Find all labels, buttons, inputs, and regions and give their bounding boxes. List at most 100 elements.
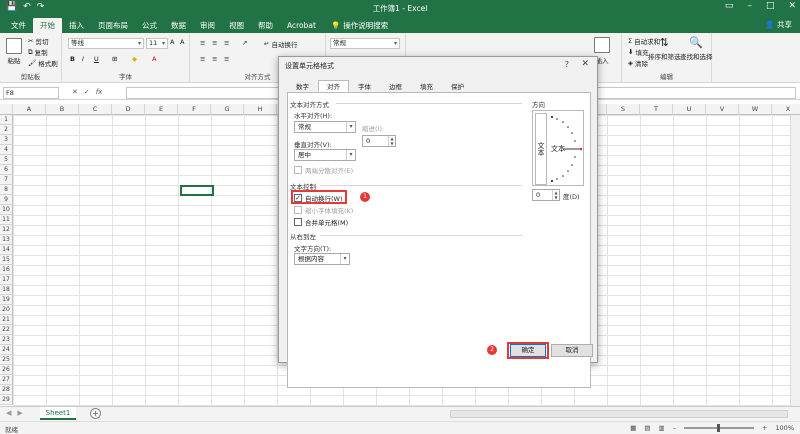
add-sheet-icon[interactable]: +: [90, 408, 101, 419]
close-icon[interactable]: ✕: [788, 1, 796, 11]
tab-fill[interactable]: 填充: [411, 80, 442, 92]
horizontal-scrollbar[interactable]: [450, 410, 788, 418]
tab-view[interactable]: 视图: [222, 18, 251, 33]
row-header[interactable]: 20: [0, 305, 13, 315]
selected-cell[interactable]: [180, 185, 214, 196]
font-name-select[interactable]: 等线: [68, 38, 144, 49]
italic-button[interactable]: I: [82, 55, 84, 63]
minimize-icon[interactable]: –: [747, 1, 752, 11]
column-header[interactable]: S: [607, 104, 640, 115]
row-header[interactable]: 2: [0, 125, 13, 135]
row-header[interactable]: 28: [0, 385, 13, 395]
tab-alignment[interactable]: 对齐: [318, 80, 349, 92]
row-header[interactable]: 10: [0, 205, 13, 215]
center-align-icon[interactable]: ≡: [212, 55, 217, 63]
row-header[interactable]: 25: [0, 355, 13, 365]
column-header[interactable]: X: [772, 104, 800, 115]
fill-color-icon[interactable]: ◆: [132, 55, 137, 63]
zoom-slider[interactable]: [683, 424, 754, 432]
row-header[interactable]: 8: [0, 185, 13, 195]
tab-acrobat[interactable]: Acrobat: [280, 18, 323, 33]
name-box[interactable]: F8: [3, 87, 59, 99]
tab-formulas[interactable]: 公式: [135, 18, 164, 33]
paste-button[interactable]: 粘贴: [6, 38, 22, 65]
tab-protection[interactable]: 保护: [442, 80, 473, 92]
tab-file[interactable]: 文件: [4, 18, 33, 33]
normal-view-icon[interactable]: ▦: [630, 424, 636, 432]
bottom-align-icon[interactable]: ≡: [224, 39, 229, 47]
cancel-formula-icon[interactable]: ✕: [72, 88, 78, 96]
fx-icon[interactable]: fx: [96, 88, 103, 96]
underline-button[interactable]: U: [94, 55, 99, 63]
merge-cells-checkbox[interactable]: 合并单元格(M): [294, 217, 348, 227]
top-align-icon[interactable]: ≡: [200, 39, 205, 47]
horizontal-select[interactable]: 常规 ▾: [294, 121, 356, 133]
row-header[interactable]: 18: [0, 285, 13, 295]
confirm-formula-icon[interactable]: ✓: [84, 88, 90, 96]
right-align-icon[interactable]: ≡: [224, 55, 229, 63]
page-break-view-icon[interactable]: ▥: [659, 424, 665, 432]
help-icon[interactable]: ?: [565, 60, 569, 69]
row-header[interactable]: 24: [0, 345, 13, 355]
row-header[interactable]: 27: [0, 375, 13, 385]
page-layout-view-icon[interactable]: ▤: [644, 424, 650, 432]
row-header[interactable]: 12: [0, 225, 13, 235]
cut-button[interactable]: ✂ 剪切: [28, 36, 48, 46]
middle-align-icon[interactable]: ≡: [212, 39, 217, 47]
spinner-icon[interactable]: ▲ ▼: [388, 136, 395, 146]
left-align-icon[interactable]: ≡: [200, 55, 205, 63]
clear-button[interactable]: ◈ 清除: [628, 58, 648, 68]
row-header[interactable]: 7: [0, 175, 13, 185]
shrink-font-icon[interactable]: A: [180, 38, 184, 46]
row-header[interactable]: 23: [0, 335, 13, 345]
row-header[interactable]: 6: [0, 165, 13, 175]
wrap-text-button[interactable]: ↵ 自动换行: [264, 39, 297, 49]
row-header[interactable]: 13: [0, 235, 13, 245]
row-header[interactable]: 14: [0, 245, 13, 255]
row-header[interactable]: 4: [0, 145, 13, 155]
find-select-button[interactable]: 🔍 查找和选择: [680, 36, 713, 61]
ok-button[interactable]: 确定: [510, 344, 546, 357]
sort-filter-button[interactable]: ⇅ 排序和筛选: [648, 36, 681, 61]
column-header[interactable]: G: [211, 104, 244, 115]
number-format-select[interactable]: 常规: [330, 38, 400, 49]
indent-input[interactable]: 0 ▲ ▼: [362, 135, 396, 147]
row-header[interactable]: 19: [0, 295, 13, 305]
row-header[interactable]: 9: [0, 195, 13, 205]
next-sheet-icon[interactable]: ▶: [17, 409, 22, 417]
column-header[interactable]: W: [739, 104, 772, 115]
cancel-button[interactable]: 取消: [551, 344, 593, 357]
prev-sheet-icon[interactable]: ◀: [6, 409, 11, 417]
row-header[interactable]: 5: [0, 155, 13, 165]
tab-page-layout[interactable]: 页面布局: [91, 18, 135, 33]
zoom-out-icon[interactable]: –: [673, 424, 676, 432]
vertical-select[interactable]: 居中 ▾: [294, 149, 356, 161]
column-header[interactable]: A: [13, 104, 46, 115]
tab-review[interactable]: 审阅: [193, 18, 222, 33]
column-header[interactable]: V: [706, 104, 739, 115]
tab-help[interactable]: 帮助: [251, 18, 280, 33]
tab-border[interactable]: 边框: [380, 80, 411, 92]
zoom-in-icon[interactable]: +: [762, 424, 767, 432]
tab-home[interactable]: 开始: [33, 18, 62, 33]
column-header[interactable]: U: [673, 104, 706, 115]
grow-font-icon[interactable]: A: [170, 38, 174, 46]
row-header[interactable]: 26: [0, 365, 13, 375]
row-header[interactable]: 22: [0, 325, 13, 335]
fill-button[interactable]: ⬇ 填充: [628, 47, 648, 57]
vertical-scrollbar[interactable]: [790, 115, 800, 406]
text-direction-select[interactable]: 根据内容 ▾: [294, 253, 350, 265]
orientation-dial[interactable]: 文本: [549, 113, 583, 185]
zoom-level[interactable]: 100%: [775, 424, 794, 432]
copy-button[interactable]: ⧉ 复制: [28, 47, 48, 58]
justify-distributed-checkbox[interactable]: 两端分散对齐(E): [294, 165, 353, 175]
tell-me-search[interactable]: 💡 操作说明搜索: [331, 18, 388, 33]
degrees-input[interactable]: 0 ▲ ▼: [532, 189, 560, 201]
column-header[interactable]: F: [178, 104, 211, 115]
tab-insert[interactable]: 插入: [62, 18, 91, 33]
bold-button[interactable]: B: [70, 55, 75, 63]
sheet-tab[interactable]: Sheet1: [40, 407, 76, 420]
orientation-icon[interactable]: ↗: [242, 39, 247, 47]
column-header[interactable]: D: [112, 104, 145, 115]
font-size-select[interactable]: 11: [146, 38, 168, 49]
